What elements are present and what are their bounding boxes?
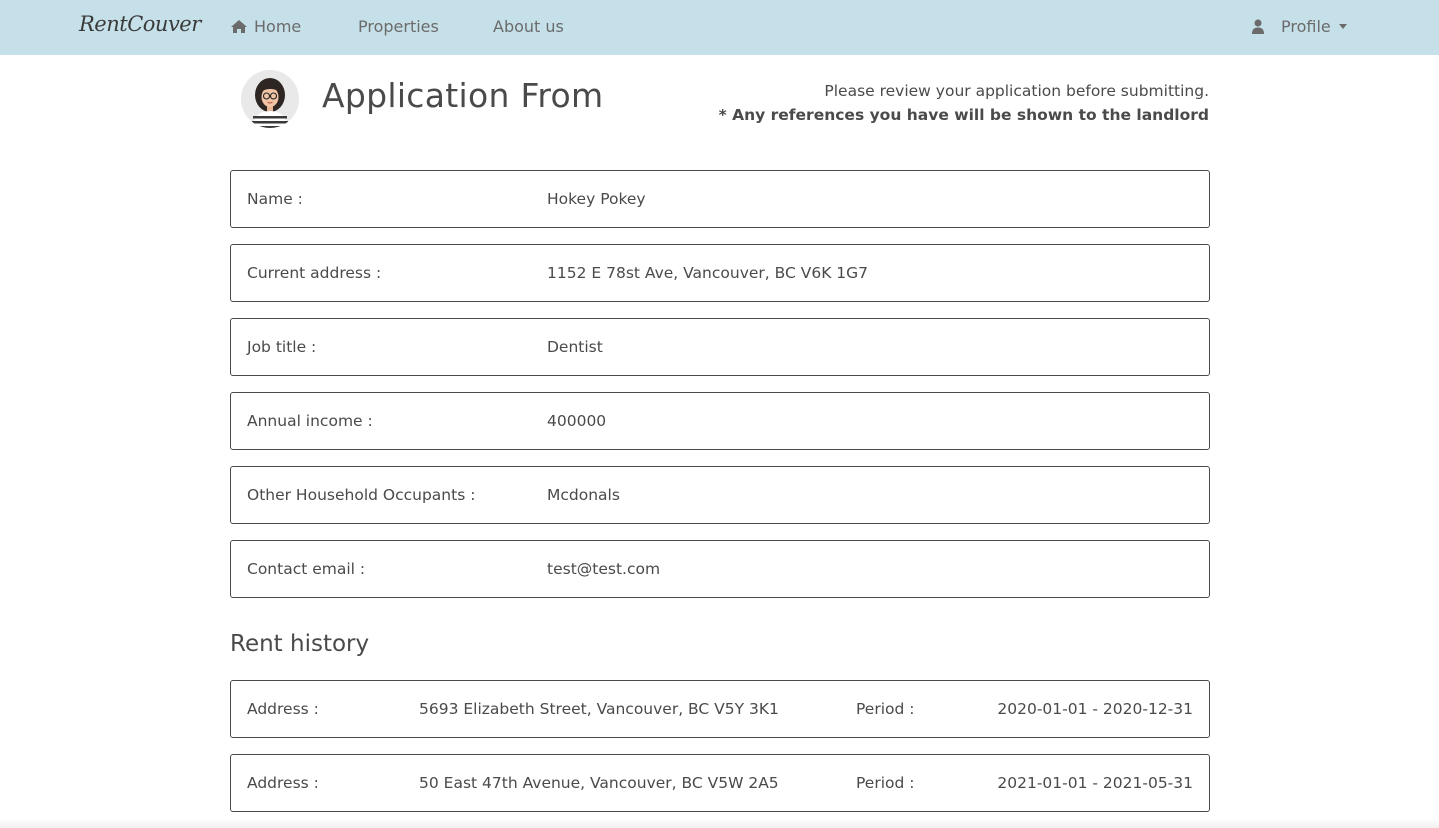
field-value: 400000 bbox=[547, 412, 607, 430]
field-value: 1152 E 78st Ave, Vancouver, BC V6K 1G7 bbox=[547, 264, 869, 282]
period-label: Period : bbox=[856, 774, 915, 792]
field-label: Current address : bbox=[247, 264, 382, 282]
rent-history-title: Rent history bbox=[230, 631, 370, 657]
field-label: Other Household Occupants : bbox=[247, 486, 476, 504]
contact-email-row: Contact email : test@test.com bbox=[230, 540, 1210, 598]
nav-properties-link[interactable]: Properties bbox=[358, 17, 439, 36]
user-icon bbox=[1251, 19, 1265, 34]
rent-history-row: Address : 50 East 47th Avenue, Vancouver… bbox=[230, 754, 1210, 812]
job-title-row: Job title : Dentist bbox=[230, 318, 1210, 376]
field-value: test@test.com bbox=[547, 560, 661, 578]
field-label: Contact email : bbox=[247, 560, 366, 578]
nav-about-link[interactable]: About us bbox=[493, 17, 564, 36]
chevron-down-icon bbox=[1338, 24, 1347, 29]
field-value: Dentist bbox=[547, 338, 603, 356]
bottom-edge-shadow bbox=[0, 818, 1439, 828]
page-title: Application From bbox=[322, 76, 604, 115]
name-row: Name : Hokey Pokey bbox=[230, 170, 1210, 228]
address-value: 5693 Elizabeth Street, Vancouver, BC V5Y… bbox=[419, 700, 779, 718]
annual-income-row: Annual income : 400000 bbox=[230, 392, 1210, 450]
field-label: Name : bbox=[247, 190, 303, 208]
field-value: Hokey Pokey bbox=[547, 190, 646, 208]
address-label: Address : bbox=[247, 700, 319, 718]
home-icon bbox=[230, 19, 248, 34]
nav-home-link[interactable]: Home bbox=[230, 17, 301, 36]
references-notice: * Any references you have will be shown … bbox=[718, 106, 1209, 124]
profile-dropdown[interactable]: Profile bbox=[1251, 17, 1347, 36]
nav-home-label: Home bbox=[254, 17, 302, 36]
field-value: Mcdonals bbox=[547, 486, 620, 504]
field-label: Job title : bbox=[247, 338, 317, 356]
field-label: Annual income : bbox=[247, 412, 373, 430]
brand-logo[interactable]: RentCouver bbox=[79, 12, 201, 36]
address-value: 50 East 47th Avenue, Vancouver, BC V5W 2… bbox=[419, 774, 779, 792]
nav-properties-label: Properties bbox=[358, 17, 439, 36]
top-navbar: RentCouver Home Properties About us Prof… bbox=[0, 0, 1439, 55]
period-label: Period : bbox=[856, 700, 915, 718]
period-value: 2020-01-01 - 2020-12-31 bbox=[997, 700, 1193, 718]
occupants-row: Other Household Occupants : Mcdonals bbox=[230, 466, 1210, 524]
avatar bbox=[241, 70, 299, 128]
review-instruction: Please review your application before su… bbox=[824, 82, 1209, 100]
nav-about-label: About us bbox=[493, 17, 564, 36]
address-label: Address : bbox=[247, 774, 319, 792]
current-address-row: Current address : 1152 E 78st Ave, Vanco… bbox=[230, 244, 1210, 302]
period-value: 2021-01-01 - 2021-05-31 bbox=[997, 774, 1193, 792]
rent-history-row: Address : 5693 Elizabeth Street, Vancouv… bbox=[230, 680, 1210, 738]
review-note: Please review your application before su… bbox=[719, 79, 1209, 127]
profile-label: Profile bbox=[1281, 17, 1331, 36]
